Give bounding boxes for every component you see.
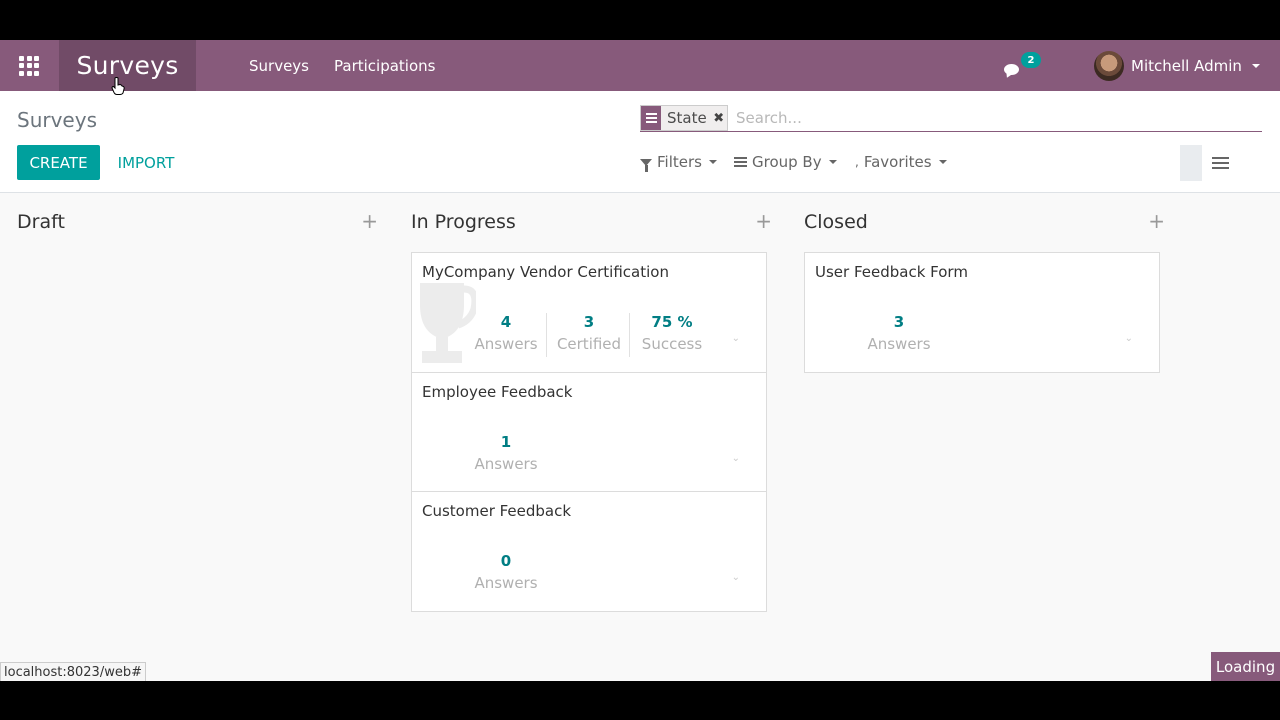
list-view-button[interactable] [1209,155,1231,171]
kanban-card[interactable]: Customer Feedback 0 Answers ⌄ [411,491,767,612]
user-menu[interactable]: Mitchell Admin [1094,40,1260,91]
avatar [1094,50,1124,81]
funnel-icon [640,158,652,172]
column-title: Draft [17,211,65,233]
filters-label: Filters [657,153,702,171]
bars-icon [734,157,747,167]
stat-answers[interactable]: 4 Answers [466,313,546,353]
stat-certified[interactable]: 3 Certified [549,313,629,353]
stat-success[interactable]: 75 % Success [632,313,712,353]
stat-label: Answers [474,574,538,592]
app-brand[interactable]: Surveys [59,40,196,91]
column-header: In Progress + [411,209,774,235]
card-dropdown-icon[interactable]: ⌄ [732,333,740,344]
favorites-label: Favorites [863,153,932,171]
messaging-button[interactable]: 2 [1000,50,1046,80]
column-header: Closed + [804,209,1167,235]
divider [629,313,630,357]
breadcrumb: Surveys [17,108,97,132]
column-title: Closed [804,211,868,233]
add-icon[interactable]: + [1148,209,1165,233]
column-header: Draft + [17,209,380,235]
favorites-button[interactable]: , Favorites [855,149,947,175]
kanban-card[interactable]: Employee Feedback 1 Answers ⌄ [411,372,767,492]
stat-value: 3 [583,313,595,331]
stat-value: 75 % [651,313,693,331]
apps-grid-icon [19,55,39,76]
column-title: In Progress [411,211,516,233]
groupby-button[interactable]: Group By [734,149,837,175]
loading-indicator: Loading [1211,652,1280,681]
facet-label: State [661,106,711,130]
filters-button[interactable]: Filters [640,149,717,175]
stat-answers[interactable]: 1 Answers [466,433,546,473]
import-button[interactable]: IMPORT [107,145,185,180]
kanban-view-button[interactable] [1180,145,1202,181]
stat-label: Success [641,335,703,353]
add-icon[interactable]: + [755,209,772,233]
chat-icon [1004,64,1019,75]
chevron-down-icon [1251,63,1260,68]
card-title: User Feedback Form [815,263,968,281]
search-facet-state[interactable]: State ✖ [640,105,728,131]
control-panel: Surveys CREATE IMPORT State ✖ Filters Gr… [0,91,1280,193]
chevron-down-icon [708,160,717,164]
chevron-down-icon [828,160,837,164]
card-dropdown-icon[interactable]: ⌄ [732,572,740,583]
stat-label: Answers [474,455,538,473]
card-title: MyCompany Vendor Certification [422,263,669,281]
kanban-board: Draft + In Progress + MyCompany Vendor C… [0,193,1280,681]
chevron-down-icon [938,160,947,164]
status-url: localhost:8023/web# [0,662,146,681]
top-navbar: Surveys Surveys Participations 2 Mitchel… [0,40,1280,91]
stat-label: Answers [474,335,538,353]
divider [546,313,547,357]
stat-label: Answers [867,335,931,353]
star-icon: , [855,155,859,169]
stat-label: Certified [556,335,622,353]
app-frame: Surveys Surveys Participations 2 Mitchel… [0,40,1280,681]
close-icon[interactable]: ✖ [710,106,727,130]
card-dropdown-icon[interactable]: ⌄ [1125,333,1133,344]
card-dropdown-icon[interactable]: ⌄ [732,453,740,464]
apps-menu-button[interactable] [0,40,58,91]
groupby-label: Group By [752,153,822,171]
stat-answers[interactable]: 0 Answers [466,552,546,592]
user-name: Mitchell Admin [1131,56,1242,75]
stat-value: 1 [500,433,512,451]
stat-value: 0 [500,552,512,570]
stat-value: 4 [500,313,512,331]
kanban-card[interactable]: User Feedback Form 3 Answers ⌄ [804,252,1160,373]
kanban-card[interactable]: MyCompany Vendor Certification 4 Answers… [411,252,767,373]
stat-value: 3 [893,313,905,331]
stat-answers[interactable]: 3 Answers [859,313,939,353]
search-view: State ✖ [640,105,1262,132]
card-title: Employee Feedback [422,383,573,401]
menu-participations[interactable]: Participations [334,40,435,91]
card-title: Customer Feedback [422,502,572,520]
hand-cursor-icon [111,77,125,95]
search-input[interactable] [736,107,1256,129]
add-icon[interactable]: + [361,209,378,233]
create-button[interactable]: CREATE [17,145,100,180]
menu-surveys[interactable]: Surveys [249,40,309,91]
group-by-icon [641,106,661,130]
chat-counter-badge: 2 [1021,52,1041,68]
